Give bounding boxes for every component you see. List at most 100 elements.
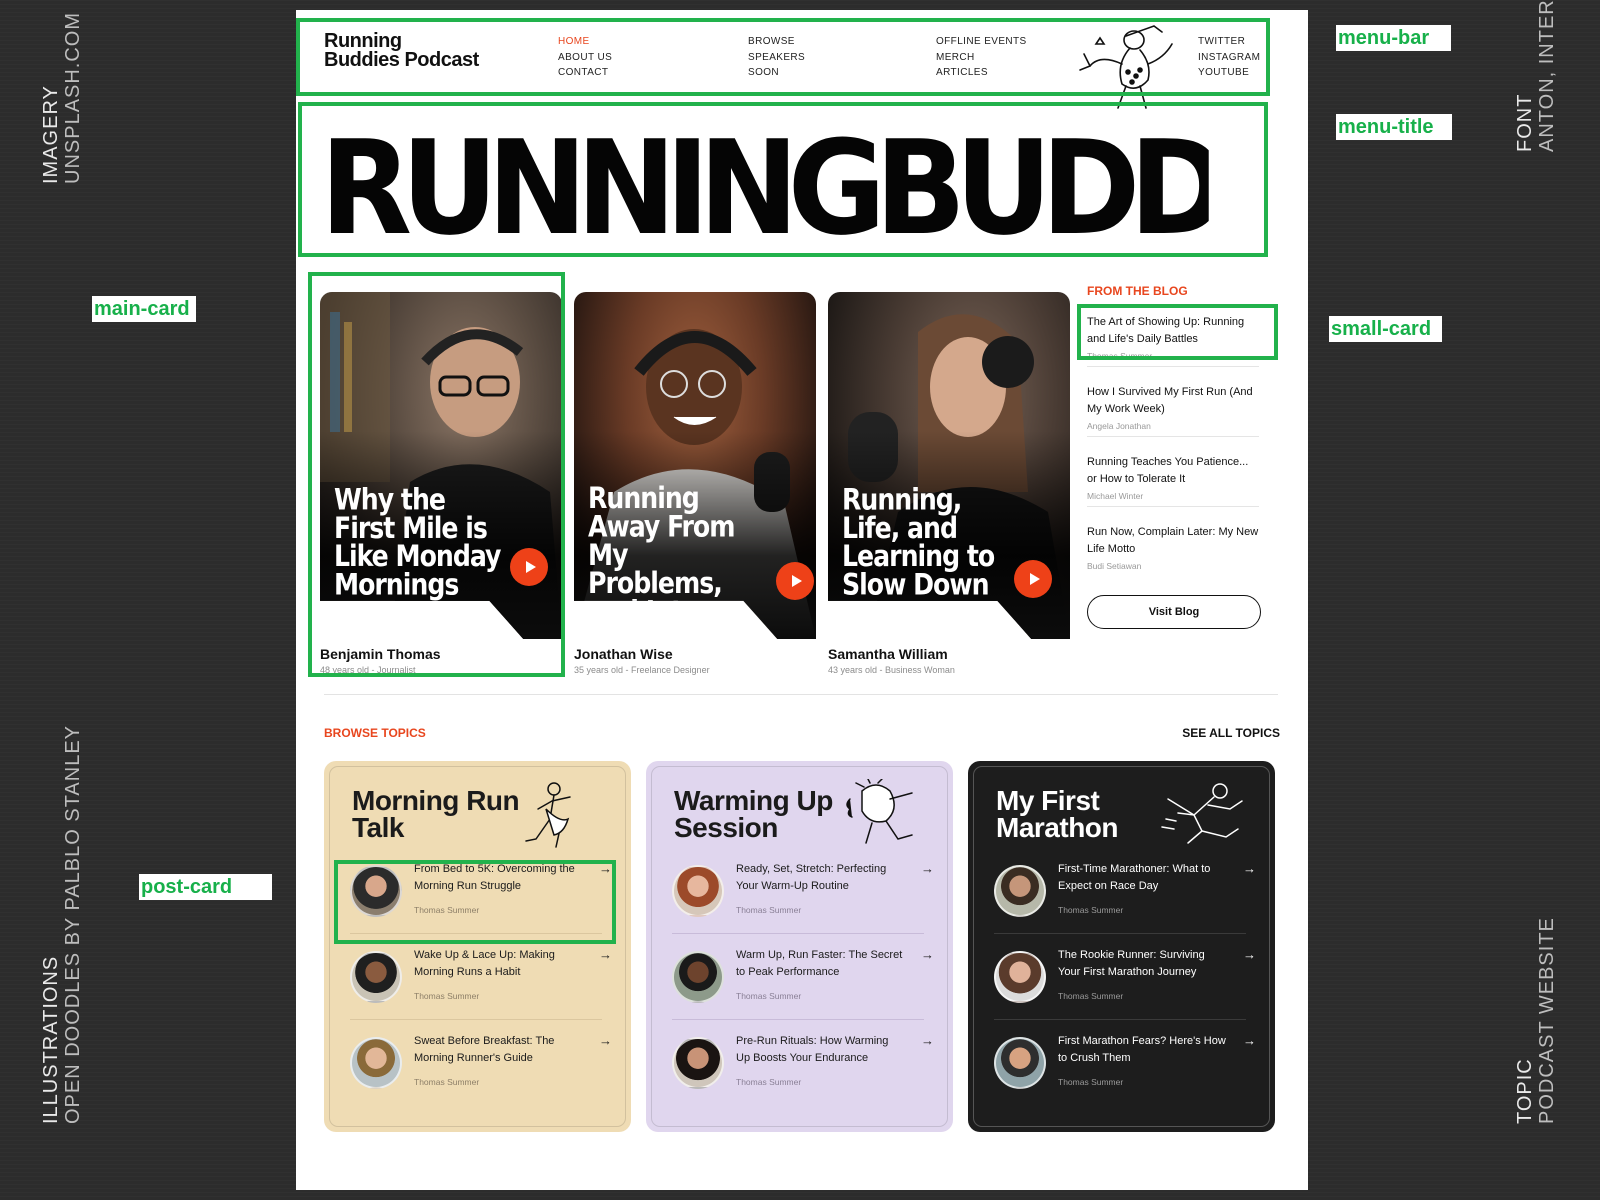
author-avatar [350, 865, 402, 917]
episode-card[interactable]: Running Away From My Problems, and Into … [574, 292, 816, 677]
topic-title-line-1: Warming Up [674, 785, 833, 816]
nav-articles[interactable]: ARTICLES [936, 65, 1027, 81]
post-divider [994, 1019, 1246, 1020]
nav-speakers[interactable]: SPEAKERS [748, 50, 805, 66]
tag-main-card: main-card [92, 296, 196, 322]
arrow-right-icon: → [921, 947, 934, 962]
post-title: Ready, Set, Stretch: Perfecting Your War… [736, 863, 887, 892]
topic-value: PODCAST WEBSITE [1536, 917, 1558, 1124]
imagery-value: UNSPLASH.COM [62, 11, 84, 184]
topic-title[interactable]: Morning Run Talk [352, 787, 520, 843]
stretching-doodle-icon [846, 779, 913, 844]
speaker-name: Samantha William [828, 646, 948, 662]
blog-item-title: Run Now, Complain Later: My New Life Mot… [1087, 526, 1259, 555]
blog-item[interactable]: The Art of Showing Up: Running and Life'… [1087, 314, 1259, 361]
post-divider [672, 933, 924, 934]
nav-merch[interactable]: MERCH [936, 50, 1027, 66]
post-title: Wake Up & Lace Up: Making Morning Runs a… [414, 949, 555, 978]
menu-bar: Running Buddies Podcast HOME ABOUT US CO… [296, 10, 1308, 109]
blog-item[interactable]: Running Teaches You Patience... or How t… [1087, 454, 1259, 501]
nav-offline-events[interactable]: OFFLINE EVENTS [936, 34, 1027, 50]
author-avatar [672, 951, 724, 1003]
episode-card[interactable]: Why the First Mile is Like Monday Mornin… [320, 292, 562, 677]
topic-annotation: TOPIC PODCAST WEBSITE [1514, 917, 1558, 1124]
episode-duration: 39:32 [842, 610, 865, 620]
post-card[interactable]: First-Time Marathoner: What to Expect on… [994, 861, 1256, 941]
episode-title: Running Away From My Problems, and Into … [588, 480, 736, 639]
topic-panel-morning-run: Morning Run Talk From Bed to 5K: Overcom… [324, 761, 631, 1132]
post-title: Pre-Run Rituals: How Warming Up Boosts Y… [736, 1035, 889, 1064]
author-avatar [350, 951, 402, 1003]
speaker-subtitle: 48 years old - Journalist [320, 665, 416, 675]
post-card[interactable]: Ready, Set, Stretch: Perfecting Your War… [672, 861, 934, 941]
episode-card[interactable]: Running, Life, and Learning to Slow Down… [828, 292, 1070, 677]
play-button[interactable] [776, 562, 814, 600]
post-card[interactable]: Warm Up, Run Faster: The Secret to Peak … [672, 947, 934, 1027]
site-logo[interactable]: Running Buddies Podcast [324, 31, 479, 70]
post-card[interactable]: From Bed to 5K: Overcoming the Morning R… [350, 861, 612, 941]
topic-title[interactable]: Warming Up Session [674, 785, 833, 843]
topic-title-line-2: Session [674, 812, 778, 843]
arrow-right-icon: → [1243, 861, 1256, 876]
episode-meta: 39:32 • Morning Talk [334, 610, 421, 620]
episode-meta: 39:32 • Morning Talk [842, 610, 929, 620]
browse-topics-heading: BROWSE TOPICS [324, 726, 426, 740]
blog-sidebar: FROM THE BLOG The Art of Showing Up: Run… [1087, 284, 1261, 629]
arrow-right-icon: → [599, 947, 612, 962]
episode-title: Running, Life, and Learning to Slow Down [842, 482, 995, 602]
post-card[interactable]: Sweat Before Breakfast: The Morning Runn… [350, 1033, 612, 1113]
author-avatar [672, 865, 724, 917]
topic-title-line-2: Talk [352, 812, 404, 843]
font-annotation: FONT ANTON, INTER [1514, 0, 1558, 152]
post-card[interactable]: Pre-Run Rituals: How Warming Up Boosts Y… [672, 1033, 934, 1113]
visit-blog-button[interactable]: Visit Blog [1087, 595, 1261, 629]
imagery-label: IMAGERY [40, 85, 62, 184]
post-title: The Rookie Runner: Surviving Your First … [1058, 949, 1205, 978]
post-divider [350, 933, 602, 934]
blog-item-author: Michael Winter [1087, 491, 1144, 501]
hero-title: RUNNINGBUDDIES [320, 114, 1209, 262]
blog-item[interactable]: How I Survived My First Run (And My Work… [1087, 384, 1259, 431]
nav-browse[interactable]: BROWSE [748, 34, 805, 50]
post-author: Thomas Summer [1058, 1077, 1124, 1087]
author-avatar [994, 951, 1046, 1003]
imagery-annotation: IMAGERY UNSPLASH.COM [40, 12, 84, 184]
post-card[interactable]: First Marathon Fears? Here's How to Crus… [994, 1033, 1256, 1113]
episode-title: Why the First Mile is Like Monday Mornin… [334, 482, 501, 602]
blog-item-title: Running Teaches You Patience... or How t… [1087, 456, 1249, 485]
author-avatar [672, 1037, 724, 1089]
nav-column-1: HOME ABOUT US CONTACT [558, 34, 612, 81]
episode-photo: Running, Life, and Learning to Slow Down… [828, 292, 1070, 639]
see-all-topics-link[interactable]: SEE ALL TOPICS [1146, 726, 1280, 740]
nav-home[interactable]: HOME [558, 34, 612, 50]
episode-duration: 39:32 [334, 610, 357, 620]
font-label: FONT [1514, 93, 1536, 152]
nav-contact[interactable]: CONTACT [558, 65, 612, 81]
post-author: Thomas Summer [736, 991, 802, 1001]
post-card[interactable]: Wake Up & Lace Up: Making Morning Runs a… [350, 947, 612, 1027]
illustrations-value: OPEN DOODLES BY PALBLO STANLEY [62, 724, 84, 1124]
blog-divider [1087, 436, 1259, 437]
nav-column-2: BROWSE SPEAKERS SOON [748, 34, 805, 81]
topic-title-line-2: Marathon [996, 812, 1119, 843]
play-button[interactable] [1014, 560, 1052, 598]
tag-post-card: post-card [139, 874, 272, 900]
font-value: ANTON, INTER [1536, 0, 1558, 152]
social-twitter[interactable]: TWITTER [1198, 34, 1260, 50]
play-button[interactable] [510, 548, 548, 586]
tag-small-card: small-card [1329, 316, 1442, 342]
speaker-name: Benjamin Thomas [320, 646, 441, 662]
social-youtube[interactable]: YOUTUBE [1198, 65, 1260, 81]
blog-item[interactable]: Run Now, Complain Later: My New Life Mot… [1087, 524, 1259, 571]
nav-soon[interactable]: SOON [748, 65, 805, 81]
nav-about-us[interactable]: ABOUT US [558, 50, 612, 66]
post-author: Thomas Summer [1058, 905, 1124, 915]
topic-panel-warming-up: Warming Up Session Ready, Set, Stretch: … [646, 761, 953, 1132]
episode-meta: 39:32 • Morning Talk [588, 610, 675, 620]
post-card[interactable]: The Rookie Runner: Surviving Your First … [994, 947, 1256, 1027]
author-avatar [350, 1037, 402, 1089]
arrow-right-icon: → [1243, 947, 1256, 962]
social-instagram[interactable]: INSTAGRAM [1198, 50, 1260, 66]
topic-title[interactable]: My First Marathon [996, 787, 1119, 843]
arrow-right-icon: → [921, 861, 934, 876]
